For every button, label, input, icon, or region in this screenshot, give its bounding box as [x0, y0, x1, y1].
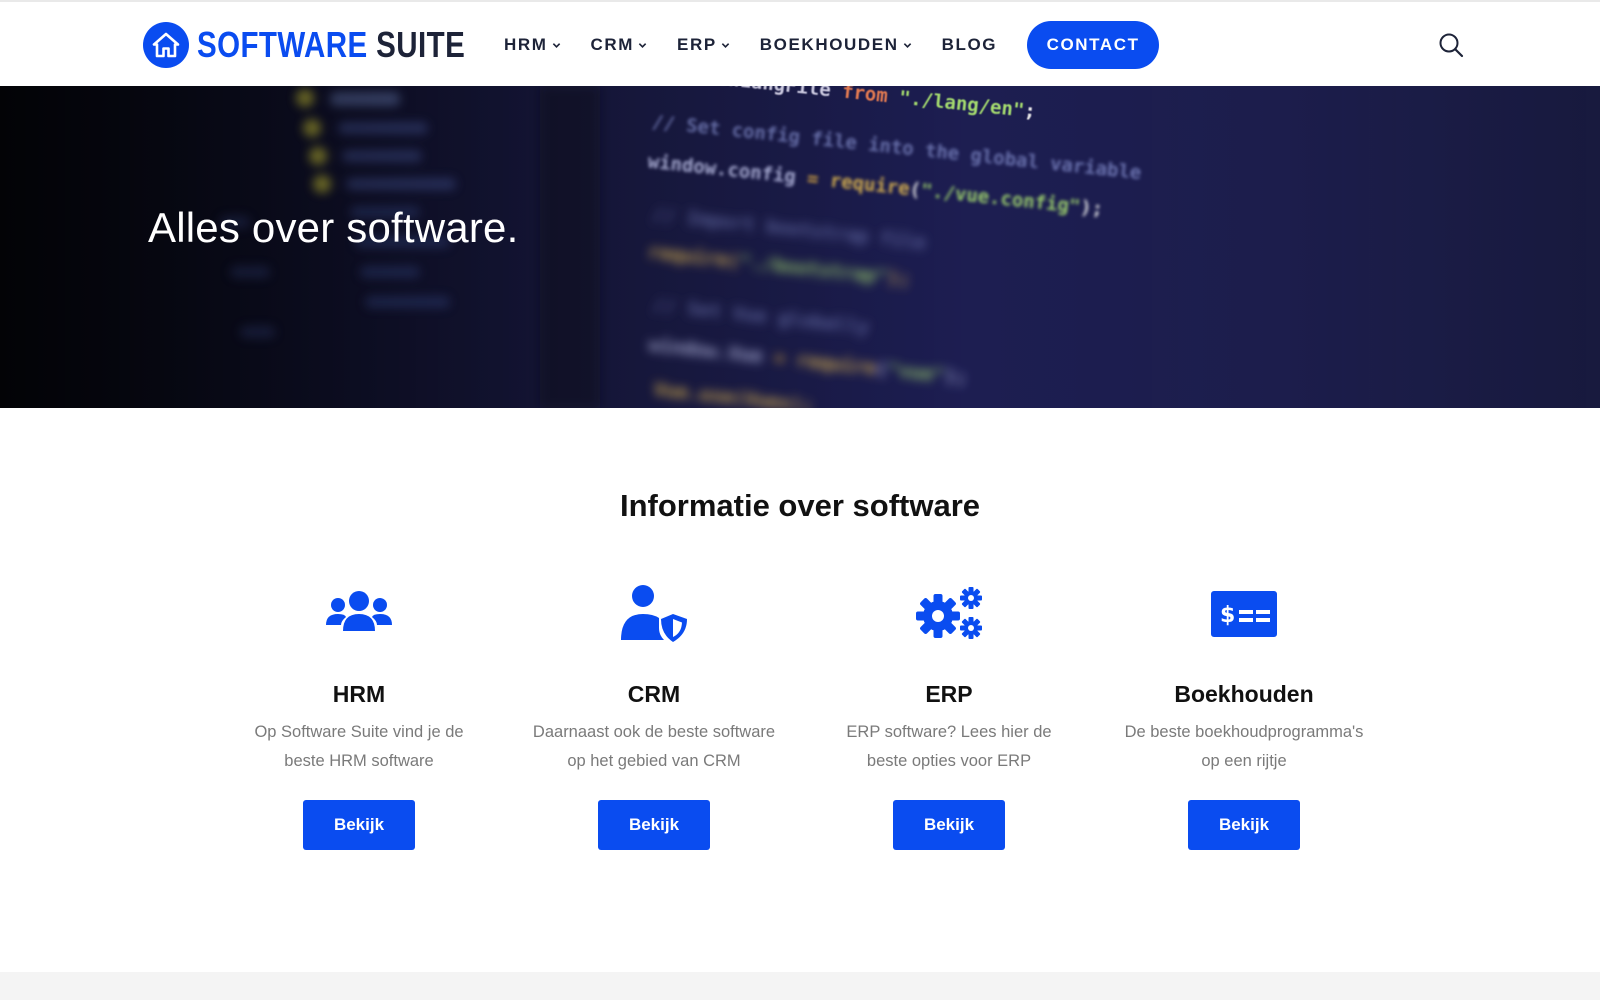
card-description: De beste boekhoudprogramma's op een rijt… [1104, 718, 1384, 776]
card-crm: CRM Daarnaast ook de beste software op h… [514, 584, 794, 850]
card-erp: ERP ERP software? Lees hier de beste opt… [809, 584, 1089, 850]
site-header: SOFTWARE SUITE HRM CRM ERP BOEKHOUDEN BL… [0, 0, 1600, 86]
logo-text: SOFTWARE SUITE [197, 22, 465, 68]
nav-item-boekhouden[interactable]: BOEKHOUDEN [760, 35, 912, 55]
bekijk-button[interactable]: Bekijk [598, 800, 710, 850]
card-title: Boekhouden [1174, 681, 1314, 707]
card-title: ERP [925, 681, 973, 707]
card-description-line: ERP software? Lees hier de [846, 723, 1052, 741]
logo-word-suite: SUITE [376, 24, 466, 65]
home-icon [143, 22, 189, 68]
card-boekhouden: $ Boekhouden De beste boekhoudprogramma'… [1104, 584, 1384, 850]
main-nav: HRM CRM ERP BOEKHOUDEN BLOG CONTACT [504, 21, 1160, 69]
nav-item-crm[interactable]: CRM [591, 35, 648, 55]
card-title: HRM [332, 681, 386, 707]
site-logo[interactable]: SOFTWARE SUITE [143, 21, 524, 69]
card-description-line: Op Software Suite vind je de [254, 723, 464, 741]
card-description-line: beste opties voor ERP [866, 752, 1032, 770]
card-description-line: op het gebied van CRM [567, 752, 741, 770]
cogs-icon [916, 587, 982, 639]
hero-title: Alles over software. [148, 204, 519, 251]
user-shield-icon [621, 585, 687, 642]
card-description: Daarnaast ook de beste software op het g… [514, 718, 794, 776]
chevron-down-icon [903, 42, 911, 48]
nav-item-label: HRM [504, 35, 548, 54]
nav-item-erp[interactable]: ERP [677, 35, 730, 55]
nav-item-label: BOEKHOUDEN [759, 35, 899, 54]
bekijk-button[interactable]: Bekijk [1188, 800, 1300, 850]
nav-item-label: CRM [590, 35, 635, 54]
users-icon [326, 591, 392, 631]
section-title: Informatie over software [619, 488, 981, 523]
nav-item-label: ERP [677, 35, 717, 54]
nav-item-label: BLOG [941, 35, 998, 54]
card-title: CRM [627, 681, 681, 707]
footer-strip [0, 972, 1600, 1000]
logo-word-software: SOFTWARE [197, 24, 368, 65]
hero-banner: import enLangFile from "./lang/en"; // S… [0, 86, 1600, 408]
chevron-down-icon [552, 42, 560, 48]
bekijk-button[interactable]: Bekijk [893, 800, 1005, 850]
search-icon[interactable] [1438, 32, 1464, 58]
card-description: ERP software? Lees hier de beste opties … [809, 718, 1089, 776]
chevron-down-icon [721, 42, 730, 48]
money-check-icon: $ [1211, 591, 1277, 637]
card-description-line: De beste boekhoudprogramma's [1124, 723, 1364, 741]
bekijk-button[interactable]: Bekijk [303, 800, 415, 850]
svg-text:$: $ [1220, 603, 1235, 628]
card-description-line: op een rijtje [1201, 752, 1287, 770]
card-description-line: beste HRM software [284, 752, 434, 770]
nav-item-hrm[interactable]: HRM [504, 35, 561, 55]
card-hrm: HRM Op Software Suite vind je de beste H… [219, 584, 499, 850]
card-description-line: Daarnaast ook de beste software [532, 723, 776, 741]
chevron-down-icon [638, 42, 647, 48]
nav-item-blog[interactable]: BLOG [942, 35, 998, 55]
contact-button[interactable]: CONTACT [1027, 21, 1160, 69]
card-description: Op Software Suite vind je de beste HRM s… [219, 718, 499, 776]
